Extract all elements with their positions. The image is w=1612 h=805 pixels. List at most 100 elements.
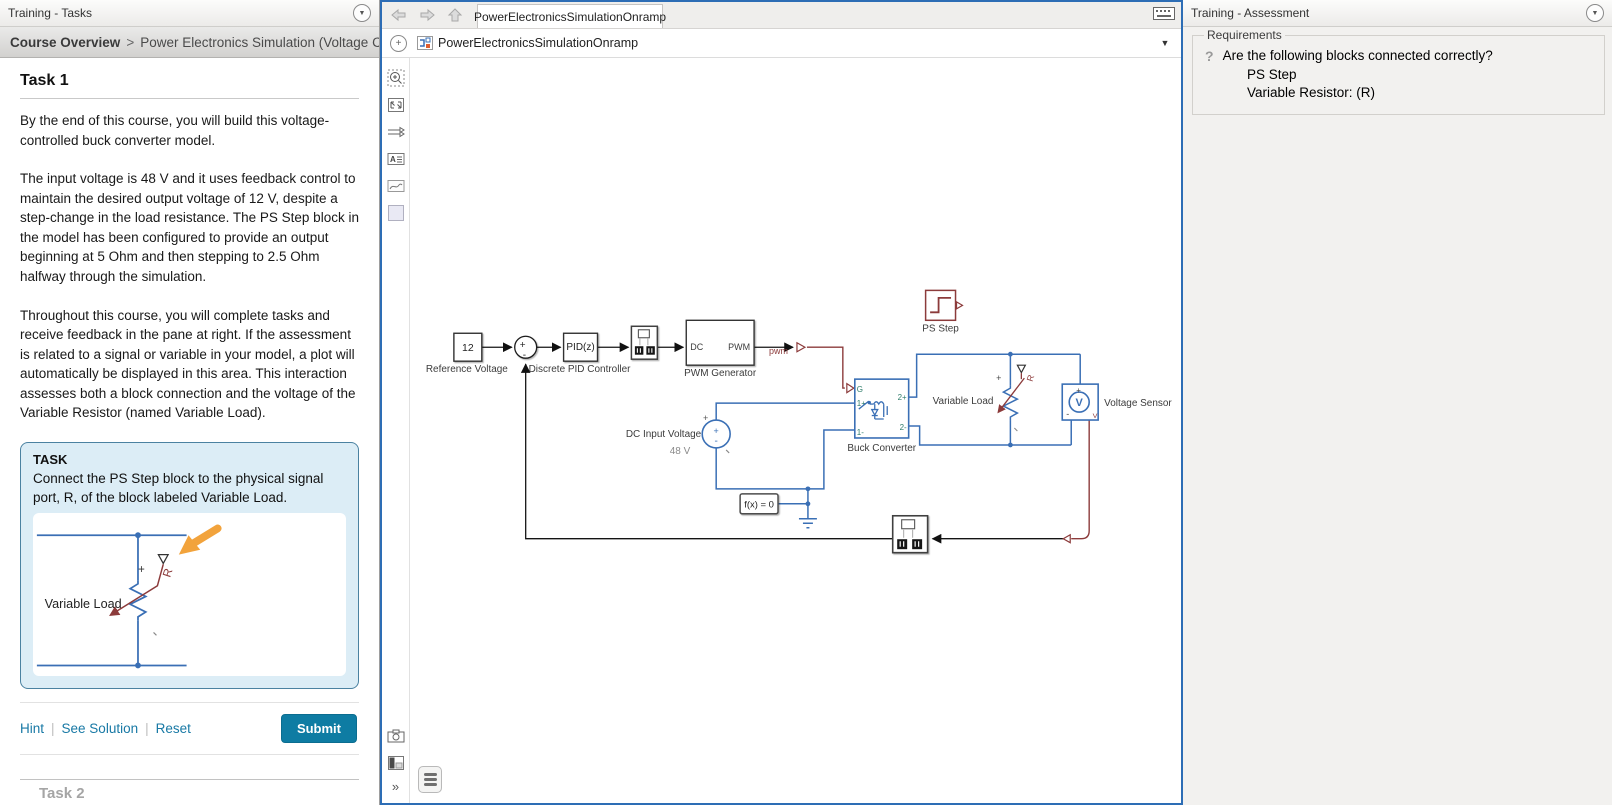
simulink-model-icon	[417, 36, 433, 50]
ps-port-icon	[797, 343, 805, 352]
link-separator: |	[145, 721, 149, 736]
r-port-icon	[1017, 365, 1025, 372]
breadcrumb-dropdown-icon[interactable]: ▼	[1157, 38, 1173, 48]
ps-output-port-glyph: >	[1090, 413, 1100, 418]
model-canvas[interactable]: pwm	[410, 58, 1181, 803]
nav-buttons	[382, 7, 464, 23]
submit-button[interactable]: Submit	[281, 714, 357, 743]
assessment-panel-header: Training - Assessment ▼	[1183, 0, 1612, 27]
svg-text:PWM: PWM	[728, 342, 750, 352]
breadcrumb: Course Overview > Power Electronics Simu…	[0, 27, 379, 58]
fit-to-view-icon[interactable]	[387, 96, 405, 114]
back-icon[interactable]	[390, 7, 408, 23]
block-variable-load[interactable]: R + Variable Load	[933, 365, 1037, 431]
model-breadcrumb-bar: + PowerElectronicsSimulationOnramp ▼	[382, 29, 1181, 58]
pwm-signal-label[interactable]: pwm	[769, 346, 788, 356]
see-solution-link[interactable]: See Solution	[62, 721, 139, 736]
figure-port-label: R	[161, 567, 176, 579]
figure-r-port-icon	[158, 555, 168, 564]
assessment-panel: Training - Assessment ▼ Requirements ? A…	[1183, 0, 1612, 805]
task-actions: Hint | See Solution | Reset Submit	[20, 702, 359, 755]
block-solver-configuration[interactable]: f(x) = 0	[740, 494, 778, 514]
forward-icon[interactable]	[418, 7, 436, 23]
chevron-down-icon: ▼	[359, 10, 366, 17]
r-port-label: R	[1025, 373, 1037, 383]
block-voltage-sensor[interactable]: V + - > Voltage Sensor	[1062, 384, 1172, 420]
task-heading: Task 1	[20, 72, 359, 90]
layers-icon	[424, 773, 437, 776]
block-buck-converter[interactable]: G 1+ 1- 2+ 2-	[847, 379, 916, 454]
reset-link[interactable]: Reset	[156, 721, 191, 736]
svg-text:+: +	[714, 426, 719, 436]
terminal-minus-tick	[726, 450, 729, 453]
link-separator: |	[51, 721, 55, 736]
ps-output-port-icon	[957, 302, 963, 309]
divider	[20, 98, 359, 99]
svg-text:2-: 2-	[900, 423, 907, 432]
camera-icon[interactable]	[387, 727, 405, 745]
terminal-plus: +	[1076, 386, 1081, 395]
requirement-item: Variable Resistor: (R)	[1247, 85, 1594, 101]
block-label: Buck Converter	[847, 443, 916, 454]
task-box-label: TASK	[33, 452, 346, 467]
collapsed-sections: Task 2 Further Practice	[20, 779, 359, 805]
signal-routing-icon[interactable]	[387, 123, 405, 141]
breadcrumb-course-overview[interactable]: Course Overview	[10, 35, 120, 50]
ps-port-icon	[1063, 535, 1070, 543]
layout-icon[interactable]	[387, 754, 405, 772]
terminal-minus: -	[1066, 409, 1069, 419]
figure-junction-dot	[135, 663, 141, 669]
block-record-2[interactable]	[893, 516, 928, 553]
block-record-1[interactable]	[631, 326, 657, 359]
block-reference-voltage[interactable]: 12 Reference Voltage	[426, 333, 508, 375]
hide-browser-icon[interactable]: +	[390, 35, 407, 52]
task-content: Task 1 By the end of this course, you wi…	[0, 58, 379, 805]
breadcrumb-current: Power Electronics Simulation (Voltage Co	[140, 35, 379, 50]
svg-text:V: V	[1076, 397, 1084, 409]
logging-badge-button[interactable]	[418, 766, 442, 793]
variable-load-figure: R + Variable Load	[33, 513, 346, 676]
block-sum[interactable]: + -	[515, 336, 537, 361]
requirement-question: Are the following blocks connected corre…	[1223, 48, 1493, 65]
tasks-panel-header: Training - Tasks ▼	[0, 0, 379, 27]
figure-variable-load-label: Variable Load	[45, 597, 122, 611]
area-select-icon[interactable]	[387, 204, 405, 222]
keyboard-icon[interactable]	[1153, 7, 1175, 20]
model-breadcrumb-name[interactable]: PowerElectronicsSimulationOnramp	[438, 36, 638, 50]
section-task-2[interactable]: Task 2	[20, 780, 359, 805]
block-pwm-generator[interactable]: DC PWM PWM Generator	[684, 320, 757, 379]
block-label: Voltage Sensor	[1104, 398, 1172, 409]
image-curve-icon[interactable]	[387, 177, 405, 195]
orange-callout-arrow-icon	[179, 529, 218, 555]
task-figure: R + Variable Load	[33, 513, 346, 676]
model-tab[interactable]: PowerElectronicsSimulationOnramp	[477, 4, 663, 28]
block-label: DC Input Voltage	[626, 429, 702, 440]
requirement-item: PS Step	[1247, 67, 1594, 83]
block-label: Variable Load	[933, 396, 994, 407]
zoom-icon[interactable]	[387, 69, 405, 87]
terminal-minus-tick	[1014, 428, 1017, 431]
block-diagram: pwm	[410, 58, 1181, 803]
requirements-group: Requirements ? Are the following blocks …	[1192, 28, 1605, 115]
block-dc-input-voltage[interactable]: + - + DC Input Voltage 48 V	[626, 413, 730, 457]
panel-menu-button[interactable]: ▼	[353, 4, 371, 22]
block-ps-step[interactable]: PS Step	[922, 290, 962, 334]
annotation-icon[interactable]: A	[387, 150, 405, 168]
block-pid-controller[interactable]: PID(z) Discrete PID Controller	[529, 333, 632, 375]
layers-icon	[424, 783, 437, 786]
tasks-panel: Training - Tasks ▼ Course Overview > Pow…	[0, 0, 380, 805]
terminal-plus: +	[996, 373, 1001, 383]
hint-link[interactable]: Hint	[20, 721, 44, 736]
svg-text:-: -	[523, 350, 526, 361]
tasks-panel-title: Training - Tasks	[8, 6, 92, 20]
more-tools-expander[interactable]: »	[392, 781, 399, 793]
up-icon[interactable]	[446, 7, 464, 23]
block-label: Discrete PID Controller	[529, 364, 632, 375]
figure-minus-tick	[154, 633, 157, 636]
panel-menu-button[interactable]: ▼	[1586, 4, 1604, 22]
svg-text:PID(z): PID(z)	[566, 342, 594, 353]
layers-icon	[424, 778, 437, 781]
assessment-panel-title: Training - Assessment	[1191, 6, 1309, 20]
requirements-legend: Requirements	[1204, 28, 1285, 42]
figure-plus-label: +	[138, 563, 145, 576]
